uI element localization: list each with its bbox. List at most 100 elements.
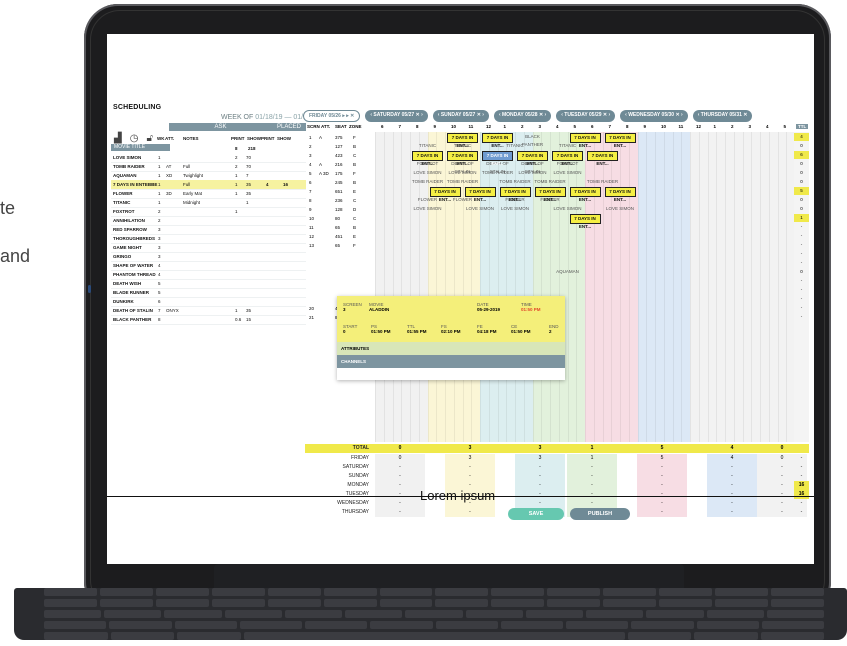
day-tabs: FRIDAY 05/26 ▸ ▸ ✕ ‹ SATURDAY 05/27 ✕ › ‹ … xyxy=(303,110,753,122)
day-value: - xyxy=(637,499,687,508)
day-total-row: FRIDAY 0 3 3 1 5 4 0- xyxy=(305,454,809,463)
showtime-block[interactable]: 7 DAYS IN ENT... xyxy=(499,187,531,202)
grid-header-1: ATT. xyxy=(321,124,331,129)
day-tab[interactable]: ‹ SUNDAY 05/27 ✕ › xyxy=(432,110,489,122)
showtime-label[interactable]: TOMB RAIDER xyxy=(445,178,480,186)
showtime-label[interactable]: LOVE SIMON xyxy=(410,169,445,177)
showtime-label[interactable]: TITANIC xyxy=(410,142,445,150)
day-tab[interactable]: ‹ THURSDAY 05/31 ✕ xyxy=(692,110,753,122)
day-tab[interactable]: ‹ WEDNESDAY 05/30 ✕ › xyxy=(620,110,688,122)
keyboard xyxy=(14,560,847,640)
publish-button[interactable]: PUBLISH xyxy=(570,508,630,520)
keyboard-key xyxy=(305,621,368,629)
keyboard-key xyxy=(435,588,489,596)
hour-label: 2 xyxy=(521,124,524,129)
showtime-block[interactable]: 7 DAYS IN ENT... xyxy=(569,187,601,202)
keyboard-key xyxy=(323,599,377,607)
day-tab[interactable]: ‹ TUESDAY 05/29 ✕ › xyxy=(556,110,616,122)
showtime-block[interactable]: 7 DAYS IN ENT... xyxy=(587,151,618,166)
keyboard-key xyxy=(345,610,403,618)
movie-title: 7 DAYS IN ENTEBBE xyxy=(113,182,158,187)
day-value: - xyxy=(375,463,425,472)
day-ttl: 16 xyxy=(794,490,809,499)
showtime-label[interactable]: LOVE SIMON xyxy=(515,169,550,177)
screen-scrn: 7 xyxy=(309,189,312,194)
screen-scrn: 11 xyxy=(309,225,314,230)
showtime-label[interactable]: TOMB RAIDER xyxy=(480,169,515,177)
keyboard-key xyxy=(603,599,657,607)
showtime-block[interactable]: 7 DAYS IN ENT... xyxy=(604,187,636,202)
showtime-label[interactable]: TOMB RAIDER xyxy=(585,178,620,186)
movie-wk: 1 xyxy=(158,191,161,196)
screen-ttl: - xyxy=(800,251,803,256)
keyboard-key xyxy=(224,610,282,618)
day-value: - xyxy=(375,472,425,481)
popup-channels[interactable]: CHANNELS xyxy=(337,355,565,368)
showtime-block[interactable]: 7 DAYS IN ENT... xyxy=(447,133,478,148)
screen-ttl: 0 xyxy=(800,161,803,166)
hour-label: 6 xyxy=(381,124,384,129)
movie-notes: Twighlight xyxy=(183,173,204,178)
day-value: - xyxy=(515,490,565,499)
keyboard-key xyxy=(177,632,241,640)
showtime-block[interactable]: 7 DAYS IN ENT... xyxy=(517,151,548,166)
day-tab[interactable]: ‹ MONDAY 05/28 ✕ › xyxy=(493,110,552,122)
save-button[interactable]: SAVE xyxy=(508,508,564,520)
showtime-label[interactable]: LOVE SIMON xyxy=(445,169,480,177)
movie-title: GAME NIGHT xyxy=(113,245,142,250)
showtime-block[interactable]: 7 DAYS IN ENT... xyxy=(482,133,513,148)
day-name: WEDNESDAY xyxy=(337,500,369,506)
showtime-label[interactable]: LOVE SIMON xyxy=(550,205,585,213)
day-total-row: SATURDAY - - - - - - - - xyxy=(305,463,809,472)
day-name: TUESDAY xyxy=(345,491,369,497)
keyboard-key xyxy=(379,599,433,607)
day-ttl: - xyxy=(800,455,803,461)
keyboard-key xyxy=(211,599,265,607)
showtime-label[interactable]: LOVE SIMON xyxy=(410,205,445,213)
showtime-label[interactable]: TOMB RAIDER xyxy=(498,178,533,186)
showtime-block[interactable]: 7 DAYS IN ENT... xyxy=(604,133,636,148)
day-value: - xyxy=(375,499,425,508)
keyboard-key xyxy=(547,599,601,607)
showtime-label[interactable]: AQUAMAN xyxy=(550,268,585,276)
popup-time: TIME 01:50 PM xyxy=(521,302,541,312)
day-value: - xyxy=(637,490,687,499)
showtime-block[interactable]: 7 DAYS IN ENT... xyxy=(569,214,601,229)
showtime-block[interactable]: 7 DAYS IN ENT... xyxy=(569,133,601,148)
app-screen: SCHEDULING WEEK OF 01/18/19 — 01/24/19 F… xyxy=(107,34,814,564)
showtime-label[interactable]: TOMB RAIDER xyxy=(533,178,568,186)
clock-icon[interactable]: ◷ xyxy=(130,133,139,144)
keyboard-key xyxy=(603,588,657,596)
showtime-block[interactable]: 7 DAYS IN ENT... xyxy=(429,187,461,202)
lock-icon[interactable]: 🔓︎ xyxy=(146,133,152,144)
hour-label: 11 xyxy=(468,124,474,129)
chart-icon[interactable]: ▟ xyxy=(114,133,122,144)
showtime-block[interactable]: 7 DAYS IN ENT... xyxy=(447,151,478,166)
showtime-label[interactable]: LOVE SIMON xyxy=(463,205,498,213)
showtime-label[interactable]: BLACK PANTHER xyxy=(515,133,550,147)
showtime-block[interactable]: 7 DAYS IN ENT... xyxy=(412,151,443,166)
showtime-block[interactable]: 7 DAYS IN ENT... xyxy=(482,151,513,166)
day-tab[interactable]: ‹ SATURDAY 05/27 ✕ › xyxy=(365,110,428,122)
showtime-block[interactable]: 7 DAYS IN ENT... xyxy=(552,151,583,166)
screen-row xyxy=(305,277,809,286)
day-name: THURSDAY xyxy=(341,509,369,515)
showtime-label[interactable]: LOVE SIMON xyxy=(550,169,585,177)
ask-total-print: 8 xyxy=(235,146,238,151)
showtime-label[interactable]: LOVE SIMON xyxy=(498,205,533,213)
movie-show: 1 xyxy=(246,200,249,205)
keyboard-key xyxy=(99,588,153,596)
week-from[interactable]: 01/18/19 xyxy=(255,114,282,121)
popup-attributes[interactable]: ATTRIBUTES xyxy=(337,342,565,355)
screen-seat: 128 xyxy=(335,207,343,212)
showtime-block[interactable]: 7 DAYS IN ENT... xyxy=(534,187,566,202)
day-tab[interactable]: FRIDAY 05/26 ▸ ▸ ✕ xyxy=(303,110,361,122)
day-value: - xyxy=(637,481,687,490)
movie-row[interactable]: BLACK PANTHER 8 0.6 15 xyxy=(111,315,306,325)
showtime-label[interactable]: LOVE SIMON xyxy=(603,205,638,213)
showtime-popup[interactable]: SCREEN 3 MOVIE ALADDIN DATE 05-29-2019 TIME… xyxy=(337,296,565,380)
showtime-label[interactable]: TOMB RAIDER xyxy=(410,178,445,186)
screen-row xyxy=(305,259,809,268)
grid-header-3: ZONE xyxy=(349,124,362,129)
showtime-block[interactable]: 7 DAYS IN ENT... xyxy=(464,187,496,202)
